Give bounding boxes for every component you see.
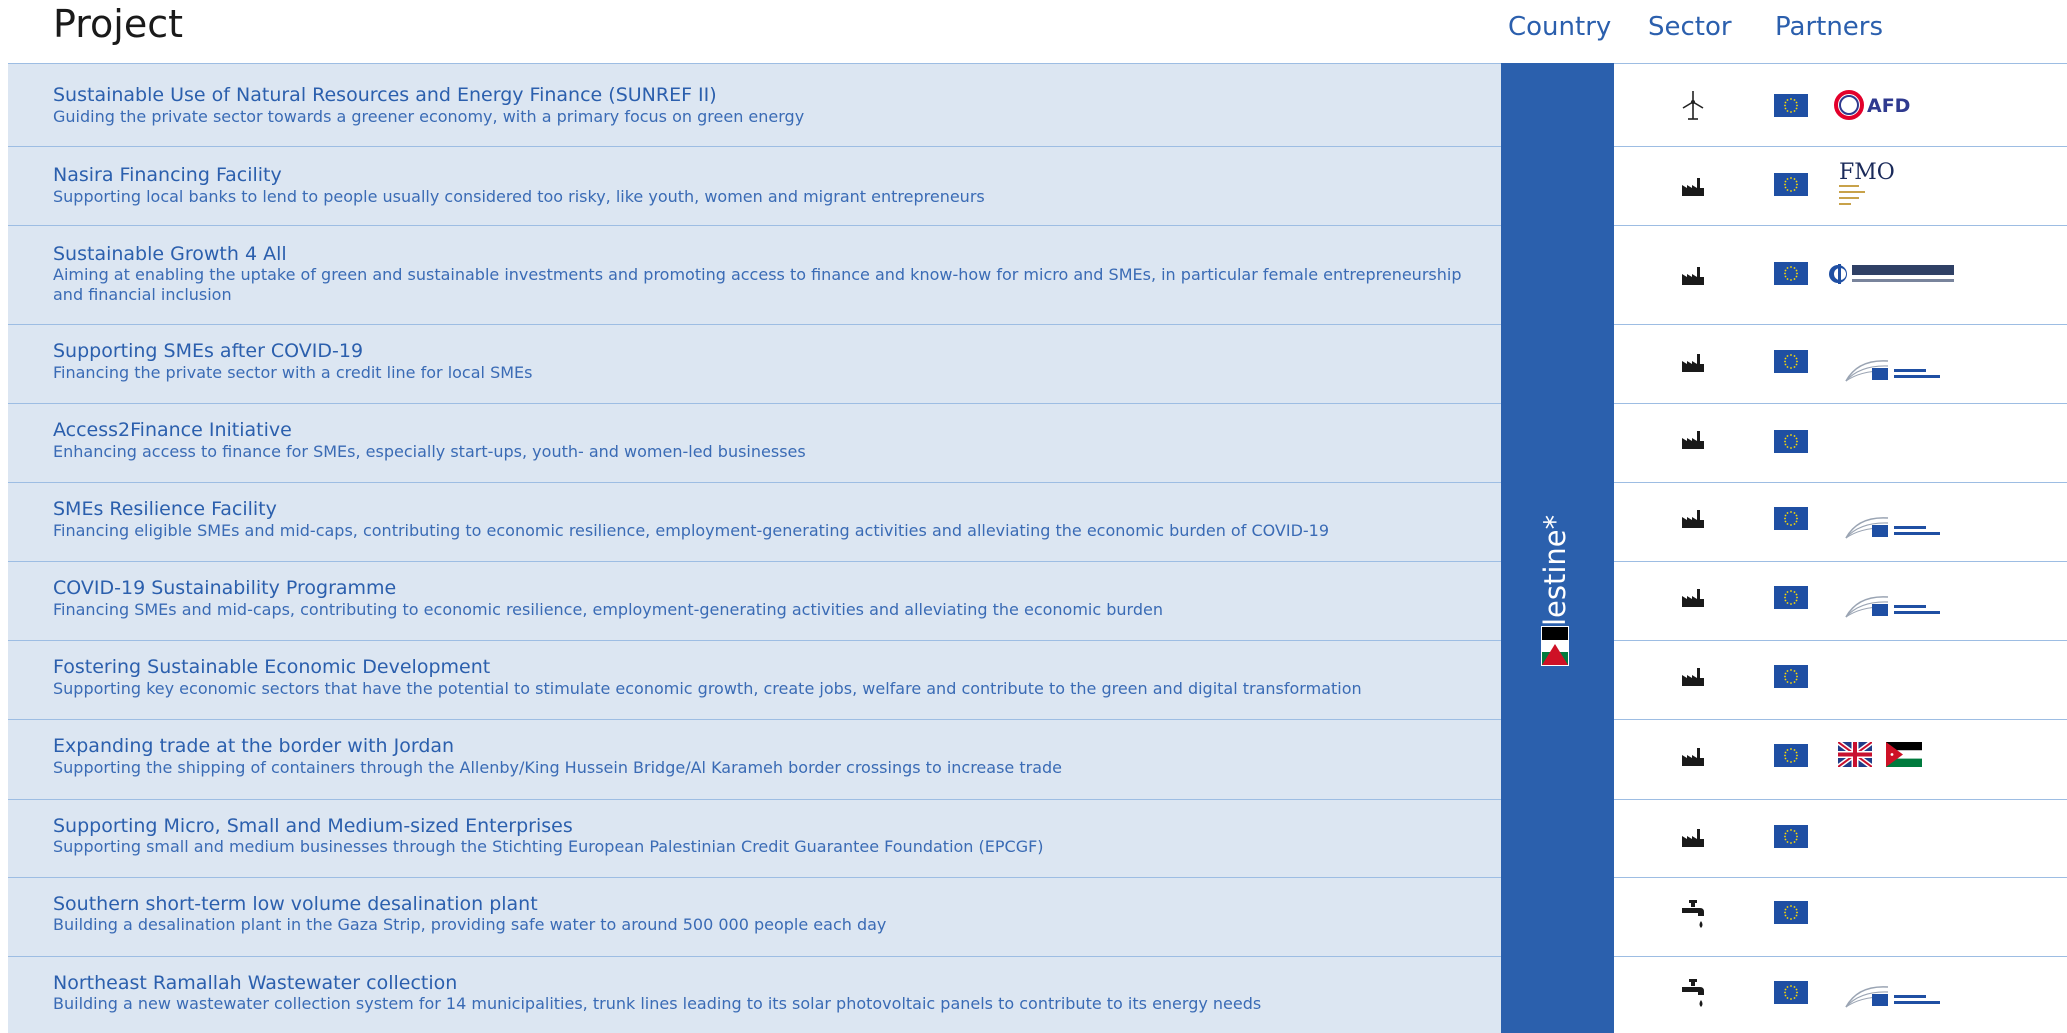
project-title: Supporting Micro, Small and Medium-sized… (53, 815, 573, 837)
palestine-flag-icon (1541, 626, 1569, 666)
project-title: Fostering Sustainable Economic Developme… (53, 656, 491, 678)
project-description: Guiding the private sector towards a gre… (53, 107, 805, 126)
project-cell: Nasira Financing Facility Supporting loc… (8, 147, 1501, 225)
uk-flag-icon (1836, 739, 1874, 771)
svg-text:FMO: FMO (1839, 160, 1895, 185)
table-row: Fostering Sustainable Economic Developme… (8, 640, 2067, 719)
project-description: Aiming at enabling the uptake of green a… (53, 265, 1462, 304)
project-cell: SMEs Resilience Facility Financing eligi… (8, 483, 1501, 561)
project-cell: Sustainable Use of Natural Resources and… (8, 64, 1501, 146)
project-description: Enhancing access to finance for SMEs, es… (53, 442, 806, 461)
eu-flag-icon (1774, 94, 1808, 117)
eu-flag-icon (1774, 350, 1808, 373)
factory-icon (1673, 169, 1713, 203)
table-row: Expanding trade at the border with Jorda… (8, 719, 2067, 799)
eu-flag-icon (1774, 665, 1808, 688)
fmo-logo: FMO (1838, 159, 1908, 213)
eu-flag-icon (1774, 901, 1808, 924)
project-cell: Supporting SMEs after COVID-19 Financing… (8, 325, 1501, 403)
project-column-header: Project (53, 2, 184, 46)
project-title: Sustainable Growth 4 All (53, 243, 287, 265)
jordan-flag-icon (1886, 742, 1922, 771)
project-title: Access2Finance Initiative (53, 419, 292, 441)
table-row: Southern short-term low volume desalinat… (8, 877, 2067, 956)
factory-icon (1673, 580, 1713, 614)
table-row: Northeast Ramallah Wastewater collection… (8, 956, 2067, 1033)
project-description: Financing the private sector with a cred… (53, 363, 533, 382)
project-cell: Sustainable Growth 4 All Aiming at enabl… (8, 226, 1501, 324)
project-description: Building a new wastewater collection sys… (53, 994, 1262, 1013)
project-description: Financing SMEs and mid-caps, contributin… (53, 600, 1163, 619)
eib-logo (1844, 357, 1942, 387)
sector-column-header: Sector (1648, 12, 1732, 42)
project-cell: COVID-19 Sustainability Programme Financ… (8, 562, 1501, 640)
project-description: Building a desalination plant in the Gaz… (53, 915, 887, 934)
table-row: SMEs Resilience Facility Financing eligi… (8, 482, 2067, 561)
project-cell: Access2Finance Initiative Enhancing acce… (8, 404, 1501, 482)
eu-flag-icon (1774, 981, 1808, 1004)
project-title: Expanding trade at the border with Jorda… (53, 735, 455, 757)
project-description: Financing eligible SMEs and mid-caps, co… (53, 521, 1330, 540)
partners-column-header: Partners (1775, 12, 1884, 42)
project-cell: Southern short-term low volume desalinat… (8, 878, 1501, 956)
project-title: COVID-19 Sustainability Programme (53, 577, 397, 599)
factory-icon (1673, 659, 1713, 693)
project-cell: Expanding trade at the border with Jorda… (8, 720, 1501, 799)
projects-table: Sustainable Use of Natural Resources and… (8, 63, 2067, 1033)
svg-text:AFD: AFD (1867, 95, 1910, 117)
project-title: SMEs Resilience Facility (53, 498, 277, 520)
water-tap-icon (1673, 898, 1713, 932)
factory-icon (1673, 739, 1713, 773)
project-description: Supporting key economic sectors that hav… (53, 679, 1362, 698)
table-row: Supporting SMEs after COVID-19 Financing… (8, 324, 2067, 403)
project-description: Supporting local banks to lend to people… (53, 187, 985, 206)
factory-icon (1673, 422, 1713, 456)
table-row: COVID-19 Sustainability Programme Financ… (8, 561, 2067, 640)
project-description: Supporting small and medium businesses t… (53, 837, 1044, 856)
table-row: Sustainable Growth 4 All Aiming at enabl… (8, 225, 2067, 324)
project-title: Supporting SMEs after COVID-19 (53, 340, 364, 362)
water-tap-icon (1673, 977, 1713, 1011)
project-description: Supporting the shipping of containers th… (53, 758, 1062, 777)
eu-flag-icon (1774, 825, 1808, 848)
eu-flag-icon (1774, 262, 1808, 285)
table-row: Access2Finance Initiative Enhancing acce… (8, 403, 2067, 482)
factory-icon (1673, 258, 1713, 292)
eu-flag-icon (1774, 507, 1808, 530)
project-title: Nasira Financing Facility (53, 164, 282, 186)
table-row: Nasira Financing Facility Supporting loc… (8, 146, 2067, 225)
project-title: Sustainable Use of Natural Resources and… (53, 84, 717, 106)
wind-turbine-icon (1673, 88, 1713, 122)
country-column-header: Country (1508, 12, 1612, 42)
factory-icon (1673, 345, 1713, 379)
project-title: Southern short-term low volume desalinat… (53, 893, 538, 915)
eu-flag-icon (1774, 744, 1808, 767)
afd-logo: AFD (1833, 89, 1918, 127)
ebrd-logo (1828, 260, 1958, 292)
eu-flag-icon (1774, 586, 1808, 609)
table-row: Supporting Micro, Small and Medium-sized… (8, 799, 2067, 877)
project-title: Northeast Ramallah Wastewater collection (53, 972, 458, 994)
project-cell: Northeast Ramallah Wastewater collection… (8, 957, 1501, 1033)
factory-icon (1673, 820, 1713, 854)
eib-logo (1844, 593, 1942, 623)
project-cell: Fostering Sustainable Economic Developme… (8, 641, 1501, 719)
eib-logo (1844, 514, 1942, 544)
table-header: Project Country Sector Partners (0, 0, 2067, 63)
eu-flag-icon (1774, 173, 1808, 196)
factory-icon (1673, 501, 1713, 535)
project-cell: Supporting Micro, Small and Medium-sized… (8, 800, 1501, 877)
table-row: Sustainable Use of Natural Resources and… (8, 63, 2067, 146)
eu-flag-icon (1774, 430, 1808, 453)
eib-logo (1844, 983, 1942, 1013)
